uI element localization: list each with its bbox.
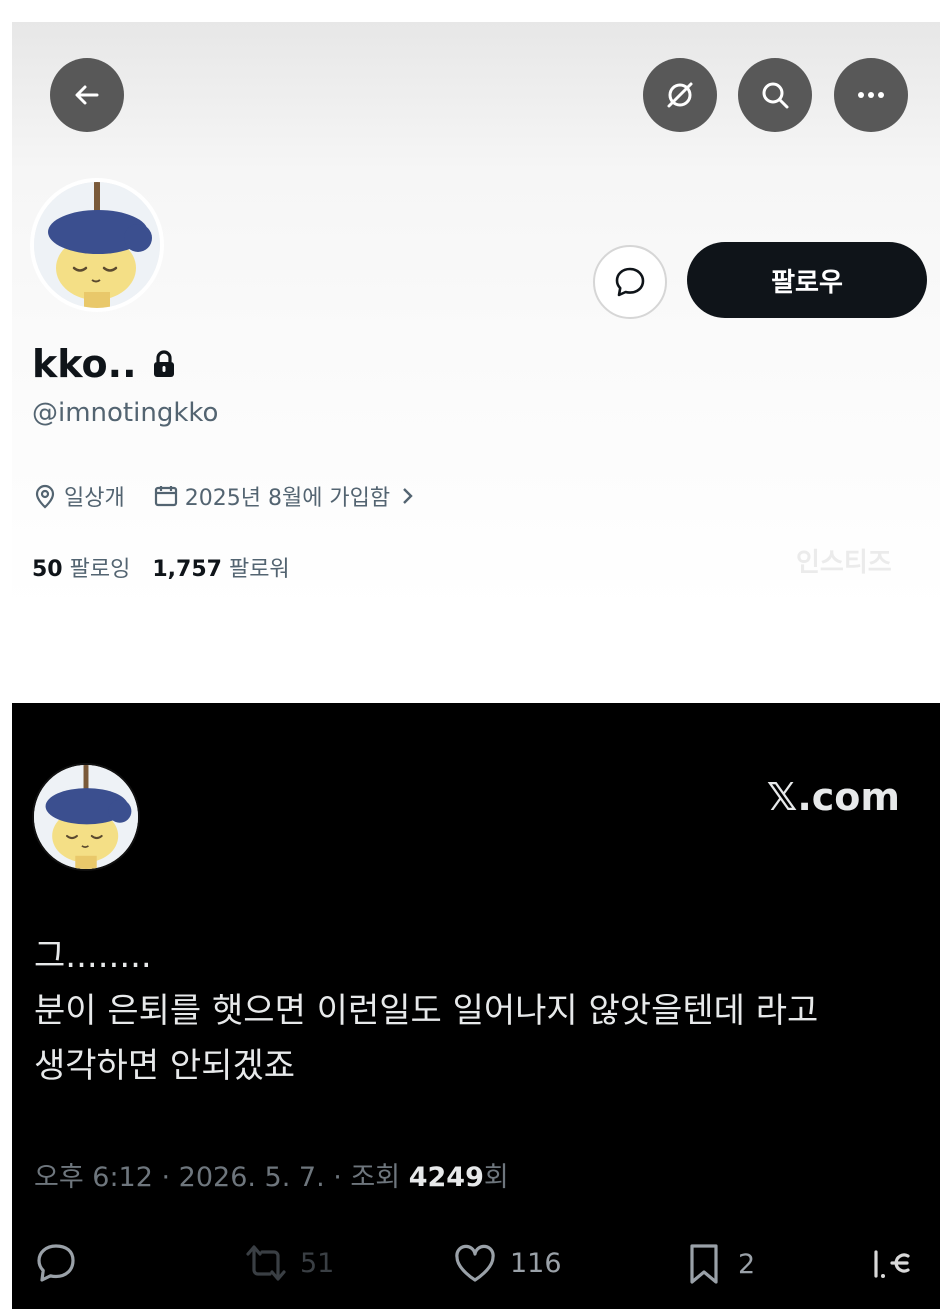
translate-icon	[667, 82, 693, 108]
retweet-icon	[246, 1245, 286, 1281]
translate-button[interactable]	[643, 58, 717, 132]
share-button[interactable]	[870, 1242, 914, 1288]
retweet-count: 51	[300, 1247, 335, 1279]
heart-icon	[455, 1244, 495, 1282]
message-icon	[615, 267, 645, 297]
tweet-actions: 51 116 2	[34, 1238, 924, 1288]
back-arrow-icon	[75, 85, 99, 105]
location-pin-icon	[35, 484, 55, 509]
tweet-date[interactable]: 2026. 5. 7.	[179, 1162, 325, 1193]
bookmark-icon	[690, 1244, 718, 1284]
display-name: kko..	[32, 342, 137, 386]
search-button[interactable]	[738, 58, 812, 132]
chevron-right-icon[interactable]	[400, 485, 416, 507]
following-link[interactable]: 50 팔로잉	[32, 551, 130, 583]
follow-button[interactable]: 팔로우	[687, 242, 927, 318]
avatar-illustration	[34, 182, 160, 308]
tweet-avatar[interactable]	[32, 763, 140, 871]
followers-label: 팔로워	[228, 557, 290, 582]
joined-date: 2025년 8월에 가입함	[184, 486, 391, 511]
avatar[interactable]	[30, 178, 164, 312]
bookmark-count: 2	[738, 1248, 756, 1280]
tweet-text-line-2: 분이 은퇴를 햇으면 이런일도 일어나지 않앗을텐데 라고	[34, 991, 819, 1031]
handle: @imnotingkko	[32, 398, 219, 428]
profile-meta: 일상개 2025년 8월에 가입함	[32, 478, 416, 514]
tweet-text-line-3: 생각하면 안되겠죠	[34, 1046, 296, 1086]
search-icon	[762, 82, 789, 109]
calendar-icon	[154, 486, 177, 507]
location: 일상개	[64, 486, 125, 511]
lock-icon	[153, 350, 174, 377]
tweet-text-line-1: 그........	[34, 936, 152, 976]
views-suffix: 회	[483, 1162, 509, 1193]
like-button[interactable]: 116	[452, 1242, 562, 1284]
followers-link[interactable]: 1,757 팔로워	[152, 551, 289, 583]
x-brand: 𝕏.com	[766, 775, 900, 819]
message-button[interactable]	[593, 245, 667, 319]
views-label: 조회	[350, 1162, 401, 1193]
bookmark-button[interactable]: 2	[684, 1242, 755, 1286]
reply-icon	[37, 1244, 75, 1282]
retweet-button[interactable]: 51	[240, 1242, 334, 1284]
avatar-illustration	[34, 765, 138, 869]
more-button[interactable]	[834, 58, 908, 132]
followers-count: 1,757	[152, 557, 222, 582]
tweet-card: 𝕏.com 그........ 분이 은퇴를 햇으면 이런일도 일어나지 않앗을…	[12, 703, 940, 1309]
following-count: 50	[32, 557, 63, 582]
share-icon	[874, 1250, 910, 1278]
profile-panel: 팔로우 kko.. @imnotingkko 일상개 2025년 8월에 가입함…	[12, 22, 940, 612]
watermark: 인스티즈	[796, 548, 892, 578]
reply-button[interactable]	[34, 1242, 80, 1288]
follow-counts: 50 팔로잉 1,757 팔로워	[32, 549, 290, 585]
back-button[interactable]	[50, 58, 124, 132]
display-name-row: kko..	[32, 336, 177, 392]
like-count: 116	[510, 1247, 562, 1279]
tweet-meta: 오후 6:12 · 2026. 5. 7. · 조회 4249회	[34, 1162, 509, 1193]
following-label: 팔로잉	[69, 557, 131, 582]
tweet-time: 오후 6:12	[34, 1162, 153, 1193]
views-count: 4249	[408, 1162, 484, 1193]
more-icon	[858, 92, 884, 98]
